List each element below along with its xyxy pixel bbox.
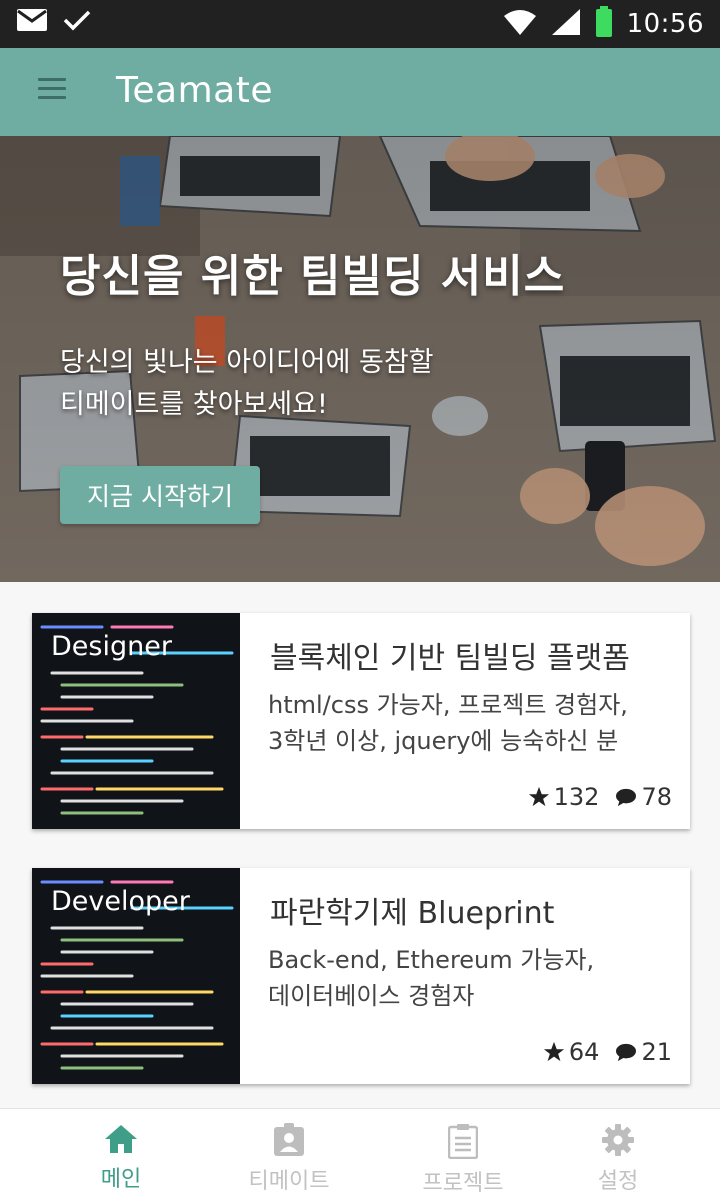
nav-item-teammate[interactable]: 티메이트 [234, 1123, 344, 1195]
card-description-line: Back-end, Ethereum 가능자, [268, 946, 595, 974]
comment-icon [616, 1043, 637, 1062]
hero-subtitle-line: 당신의 빛나는 아이디어에 동참할 [60, 347, 434, 378]
nav-label: 메인 [100, 1167, 142, 1192]
start-now-button[interactable]: 지금 시작하기 [60, 466, 260, 524]
card-description-line: html/css 가능자, 프로젝트 경험자, [268, 691, 628, 719]
card-stats: 64 21 [527, 1038, 672, 1066]
star-count[interactable]: 64 [543, 1038, 600, 1066]
project-card[interactable]: Designer 블록체인 기반 팀빌딩 플랫폼 html/css 가능자, 프… [32, 613, 690, 829]
hero-subtitle-line: 티메이트를 찾아보세요! [60, 389, 328, 420]
badge-icon [274, 1123, 304, 1156]
app-screen: 10:56 Teamate 당신을 위한 팀빌딩 서비스 당신의 빛나는 아이디… [0, 0, 720, 1200]
card-description-line: 3학년 이상, jquery에 능숙하신 분 [268, 727, 619, 755]
card-description: html/css 가능자, 프로젝트 경험자, 3학년 이상, jquery에 … [268, 687, 668, 759]
card-title: 블록체인 기반 팀빌딩 플랫폼 [270, 641, 630, 676]
home-icon [105, 1125, 137, 1153]
card-description-line: 데이터베이스 경험자 [268, 982, 475, 1010]
clipboard-icon [447, 1124, 479, 1160]
card-role-label: Developer [51, 886, 190, 917]
comment-icon [616, 788, 637, 807]
star-icon [543, 1041, 564, 1062]
bottom-navigation: 메인 티메이트 프로젝트 설정 [0, 1108, 720, 1200]
star-icon [528, 786, 549, 807]
card-stats: 132 78 [512, 783, 672, 811]
comment-count-value: 21 [641, 1038, 672, 1066]
nav-item-settings[interactable]: 설정 [563, 1123, 673, 1195]
star-count-value: 132 [553, 783, 600, 811]
nav-item-project[interactable]: 프로젝트 [408, 1123, 518, 1197]
mail-icon [16, 8, 48, 36]
nav-label: 설정 [597, 1169, 639, 1194]
card-code-image: Designer [32, 613, 240, 829]
check-icon [62, 8, 92, 36]
nav-item-main[interactable]: 메인 [66, 1123, 176, 1193]
signal-icon [551, 8, 581, 40]
battery-icon [595, 6, 613, 42]
project-card[interactable]: Developer 파란학기제 Blueprint Back-end, Ethe… [32, 868, 690, 1084]
hero-title: 당신을 위한 팀빌딩 서비스 [60, 251, 566, 302]
gear-icon [602, 1124, 634, 1156]
nav-label: 프로젝트 [422, 1171, 504, 1196]
comment-count[interactable]: 78 [615, 783, 672, 811]
star-count-value: 64 [568, 1038, 600, 1066]
hero-banner: 당신을 위한 팀빌딩 서비스 당신의 빛나는 아이디어에 동참할 티메이트를 찾… [0, 136, 720, 582]
card-title: 파란학기제 Blueprint [270, 896, 555, 931]
star-count[interactable]: 132 [528, 783, 600, 811]
nav-label: 티메이트 [248, 1169, 330, 1194]
hero-subtitle: 당신의 빛나는 아이디어에 동참할 티메이트를 찾아보세요! [60, 342, 434, 426]
status-bar: 10:56 [0, 0, 720, 48]
card-code-image: Developer [32, 868, 240, 1084]
card-role-label: Designer [51, 631, 172, 662]
app-bar: Teamate [0, 48, 720, 136]
card-description: Back-end, Ethereum 가능자, 데이터베이스 경험자 [268, 942, 668, 1014]
comment-count-value: 78 [641, 783, 672, 811]
app-title: Teamate [116, 70, 273, 111]
comment-count[interactable]: 21 [615, 1038, 672, 1066]
wifi-icon [503, 8, 537, 40]
menu-icon[interactable] [28, 72, 76, 112]
status-time: 10:56 [626, 9, 704, 39]
